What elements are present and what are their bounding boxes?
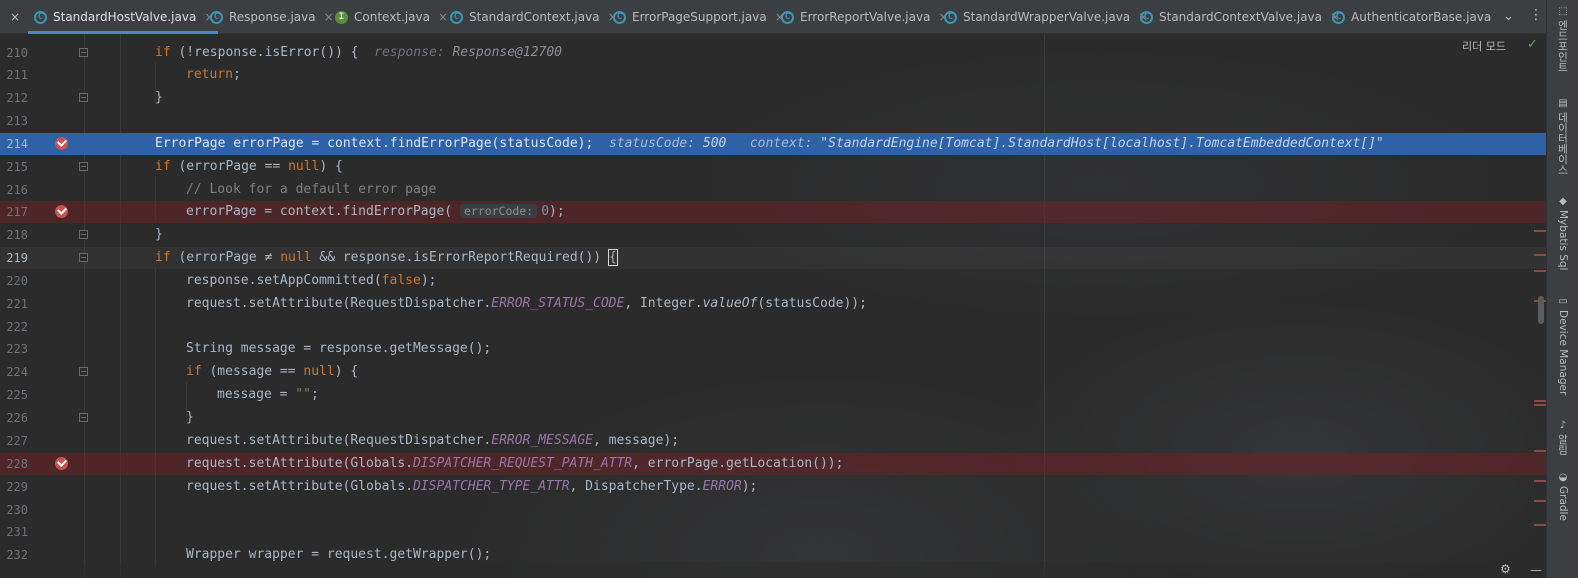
error-stripe-marker[interactable] — [1534, 524, 1546, 526]
code-line: 229 request.setAttribute(Globals.DISPATC… — [6, 479, 758, 494]
tab-standard-host-valve[interactable]: C StandardHostValve.java × — [27, 0, 219, 34]
class-file-icon: C — [450, 10, 463, 24]
fold-icon[interactable]: − — [79, 230, 88, 239]
tab-label: StandardContext.java — [469, 10, 600, 24]
code-line: 216 // Look for a default error page — [6, 182, 437, 197]
tab-label: StandardWrapperValve.java — [963, 10, 1131, 24]
gradle-icon: ◒ — [1558, 472, 1568, 483]
error-stripe-marker[interactable] — [1534, 270, 1546, 272]
error-stripe-marker[interactable] — [1534, 404, 1546, 406]
tab-authenticator-base[interactable]: C AuthenticatorBase.java — [1332, 0, 1491, 34]
tab-error-page-support[interactable]: C ErrorPageSupport.java × — [613, 0, 785, 34]
current-line: 219 − if (errorPage ≠ null && response.i… — [0, 247, 1546, 269]
fold-icon[interactable]: − — [79, 253, 88, 262]
error-stripe-marker[interactable] — [1534, 400, 1546, 402]
gear-icon[interactable]: ⚙ — [1500, 562, 1511, 576]
database-icon: ▤ — [1558, 98, 1568, 109]
parameter-hint: errorCode: — [459, 204, 538, 218]
editor-tab-bar: × C StandardHostValve.java × C Response.… — [0, 0, 1546, 34]
tab-label: Response.java — [229, 10, 316, 24]
code-line: 213 — [6, 114, 28, 128]
code-line: 215 − if (errorPage == null) { — [6, 159, 343, 174]
code-line: 231 — [6, 525, 28, 539]
code-line: 210 − if (!response.isError()) { respons… — [6, 45, 563, 60]
class-file-icon: C — [34, 10, 47, 24]
class-file-icon: C — [781, 10, 794, 24]
tab-label: Context.java — [354, 10, 430, 24]
reader-mode-button[interactable]: 리더 모드 — [1462, 38, 1506, 54]
tab-label: AuthenticatorBase.java — [1351, 10, 1492, 24]
tool-window-endpoints[interactable]: ⬚ 엔드포인트 — [1551, 6, 1575, 73]
code-line: 224 − if (message == null) { — [6, 364, 359, 379]
breakpoint-icon[interactable] — [55, 457, 68, 470]
tab-standard-context-valve[interactable]: C StandardContextValve.java × — [1140, 0, 1340, 34]
fold-icon[interactable]: − — [79, 413, 88, 422]
code-line: 220 response.setAppCommitted(false); — [6, 273, 437, 288]
code-line: 223 String message = response.getMessage… — [6, 341, 492, 356]
tool-window-device-manager[interactable]: ▭ Device Manager — [1551, 296, 1575, 395]
code-line: 218 − } — [6, 227, 163, 242]
right-tool-window-bar: ⬚ 엔드포인트 ▤ 데이터베이스 ◆ Mybatis Sql ▭ Device … — [1546, 0, 1578, 578]
tab-label: ErrorReportValve.java — [800, 10, 931, 24]
class-file-icon: C — [1332, 10, 1345, 24]
horizontal-scrollbar[interactable] — [0, 562, 1546, 578]
vertical-scrollbar-thumb[interactable] — [1538, 296, 1544, 324]
fold-icon[interactable]: − — [79, 93, 88, 102]
text-caret: { — [607, 249, 618, 266]
breakpoint-line: 228 request.setAttribute(Globals.DISPATC… — [0, 453, 1546, 475]
class-file-icon: C — [210, 10, 223, 24]
tab-standard-context[interactable]: C StandardContext.java × — [450, 0, 618, 34]
bell-icon: ♪ — [1559, 420, 1567, 431]
breakpoint-icon[interactable] — [55, 137, 68, 150]
error-stripe-marker[interactable] — [1534, 254, 1546, 256]
tool-window-gradle[interactable]: ◒ Gradle — [1551, 472, 1575, 521]
class-file-icon: C — [944, 10, 957, 24]
code-line: 226 − } — [6, 410, 194, 425]
fold-icon[interactable]: − — [79, 162, 88, 171]
inline-debug-value: response: Response@12700 — [374, 45, 563, 60]
tool-window-notifications[interactable]: ♪ 알림 — [1551, 420, 1575, 455]
inspection-ok-icon[interactable]: ✓ — [1527, 37, 1538, 52]
breakpoint-icon[interactable] — [55, 205, 68, 218]
interface-file-icon: I — [335, 10, 348, 24]
error-stripe-marker[interactable] — [1534, 230, 1546, 232]
breakpoint-line: 217 errorPage = context.findErrorPage( e… — [0, 201, 1546, 223]
tab-context[interactable]: I Context.java × — [335, 0, 448, 34]
tool-window-database[interactable]: ▤ 데이터베이스 — [1551, 98, 1575, 175]
close-all-icon[interactable]: × — [10, 0, 20, 34]
error-stripe-marker[interactable] — [1534, 480, 1546, 482]
code-line: 227 request.setAttribute(RequestDispatch… — [6, 433, 680, 448]
tab-label: StandardHostValve.java — [53, 10, 197, 24]
more-vertical-icon[interactable]: ⋮ — [1529, 7, 1543, 23]
code-line: 211 return; — [6, 67, 241, 82]
tab-standard-wrapper-valve[interactable]: C StandardWrapperValve.java × — [944, 0, 1148, 34]
code-line: 212 − } — [6, 90, 163, 105]
bookmark-icon: ⬚ — [1558, 6, 1568, 17]
code-line: 222 — [6, 320, 28, 334]
minimize-icon[interactable]: — — [1530, 563, 1542, 577]
device-icon: ▭ — [1558, 296, 1568, 307]
tab-close-icon[interactable]: × — [438, 10, 448, 24]
tab-error-report-valve[interactable]: C ErrorReportValve.java × — [781, 0, 949, 34]
tab-label: ErrorPageSupport.java — [632, 10, 767, 24]
mybatis-icon: ◆ — [1559, 196, 1567, 207]
chevron-down-icon[interactable]: ⌄ — [1503, 9, 1514, 24]
error-stripe-marker[interactable] — [1534, 500, 1546, 502]
tool-window-mybatis-sql[interactable]: ◆ Mybatis Sql — [1551, 196, 1575, 270]
inline-debug-value: statusCode: 500 context: "StandardEngine… — [608, 136, 1384, 151]
code-line: 225 message = ""; — [6, 387, 319, 402]
tab-close-icon[interactable]: × — [324, 10, 334, 24]
code-editor[interactable]: 210 − if (!response.isError()) { respons… — [0, 34, 1546, 578]
tab-label: StandardContextValve.java — [1159, 10, 1323, 24]
code-line: 221 request.setAttribute(RequestDispatch… — [6, 296, 867, 311]
fold-icon[interactable]: − — [79, 367, 88, 376]
fold-icon[interactable]: − — [79, 48, 88, 57]
tab-response[interactable]: C Response.java × — [210, 0, 334, 34]
error-stripe-marker[interactable] — [1534, 450, 1546, 452]
class-file-icon: C — [613, 10, 626, 24]
class-file-icon: C — [1140, 10, 1153, 24]
code-line: 230 — [6, 503, 28, 517]
execution-point-line: 214 ErrorPage errorPage = context.findEr… — [0, 133, 1546, 155]
